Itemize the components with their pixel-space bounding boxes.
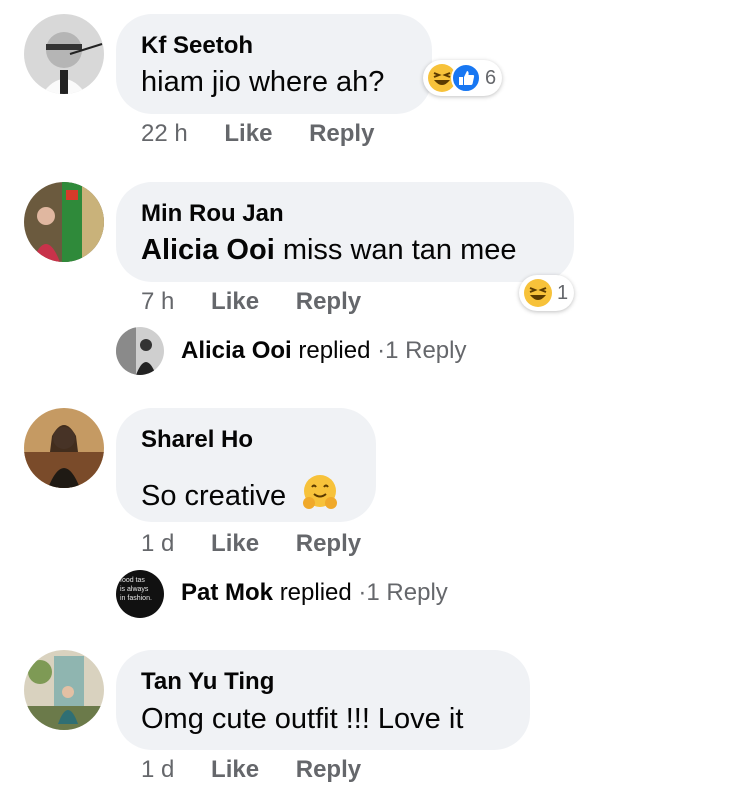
avatar-sign-text: food tas (120, 577, 145, 584)
separator-dot: · (377, 337, 386, 364)
comment-bubble (116, 14, 432, 114)
comment-author[interactable]: Kf Seetoh (141, 32, 253, 60)
reaction-summary[interactable]: 6 (423, 60, 503, 96)
reaction-summary[interactable]: 1 (519, 275, 575, 311)
reply-avatar[interactable] (116, 327, 164, 375)
reply-avatar[interactable]: food tas is always in fashion. (116, 570, 164, 618)
view-replies-link[interactable]: Pat Mok replied ·1 Reply (181, 579, 448, 607)
like-button[interactable]: Like (211, 530, 259, 557)
comment-time[interactable]: 22 h (141, 120, 188, 147)
comment-text: hiam jio where ah? (141, 66, 385, 98)
avatar[interactable] (24, 182, 104, 262)
comment-bubble (116, 182, 574, 282)
avatar[interactable] (24, 650, 104, 730)
like-button[interactable]: Like (224, 120, 272, 147)
replied-label: replied (298, 337, 371, 364)
avatar-photo-icon (24, 182, 104, 262)
comment-text: Omg cute outfit !!! Love it (141, 703, 464, 735)
comment-author[interactable]: Sharel Ho (141, 426, 253, 454)
comment-author[interactable]: Min Rou Jan (141, 200, 284, 228)
hugging-face-icon (303, 475, 338, 509)
reply-count[interactable]: 1 Reply (385, 337, 466, 364)
reaction-count: 6 (485, 66, 497, 89)
like-thumb-icon (451, 63, 481, 93)
avatar-photo-icon (116, 327, 164, 375)
avatar-photo-icon (24, 650, 104, 730)
view-replies-link[interactable]: Alicia Ooi replied ·1 Reply (181, 337, 466, 365)
comment-text: So creative (141, 473, 340, 513)
comment-time[interactable]: 7 h (141, 288, 174, 315)
replied-label: replied (279, 579, 352, 606)
avatar-sign-text: is always (120, 586, 149, 593)
reply-button[interactable]: Reply (309, 120, 374, 147)
replier-name[interactable]: Pat Mok (181, 579, 273, 606)
like-button[interactable]: Like (211, 288, 259, 315)
comment-text-body: miss wan tan mee (282, 234, 517, 266)
reaction-count: 1 (557, 281, 569, 304)
like-button[interactable]: Like (211, 756, 259, 783)
avatar-photo-icon (24, 14, 104, 94)
avatar-sign-text: in fashion. (120, 595, 152, 602)
avatar[interactable] (24, 14, 104, 94)
comment-meta: 1 d Like Reply (141, 756, 361, 784)
reply-button[interactable]: Reply (296, 288, 361, 315)
comment-meta: 22 h Like Reply (141, 120, 374, 148)
reply-button[interactable]: Reply (296, 756, 361, 783)
comment-text-body: So creative (141, 480, 287, 512)
comment-time[interactable]: 1 d (141, 756, 174, 783)
avatar[interactable] (24, 408, 104, 488)
comment-time[interactable]: 1 d (141, 530, 174, 557)
reply-count[interactable]: 1 Reply (366, 579, 447, 606)
replier-name[interactable]: Alicia Ooi (181, 337, 292, 364)
avatar-sign-icon: food tas is always in fashion. (116, 570, 164, 618)
avatar-photo-icon (24, 408, 104, 488)
comment-text: Alicia Ooi miss wan tan mee (141, 234, 517, 267)
haha-emoji-icon (524, 279, 552, 307)
comment-author[interactable]: Tan Yu Ting (141, 668, 274, 696)
mention-link[interactable]: Alicia Ooi (141, 234, 275, 266)
comment-meta: 1 d Like Reply (141, 530, 361, 558)
comment-meta: 7 h Like Reply (141, 288, 361, 316)
reply-button[interactable]: Reply (296, 530, 361, 557)
